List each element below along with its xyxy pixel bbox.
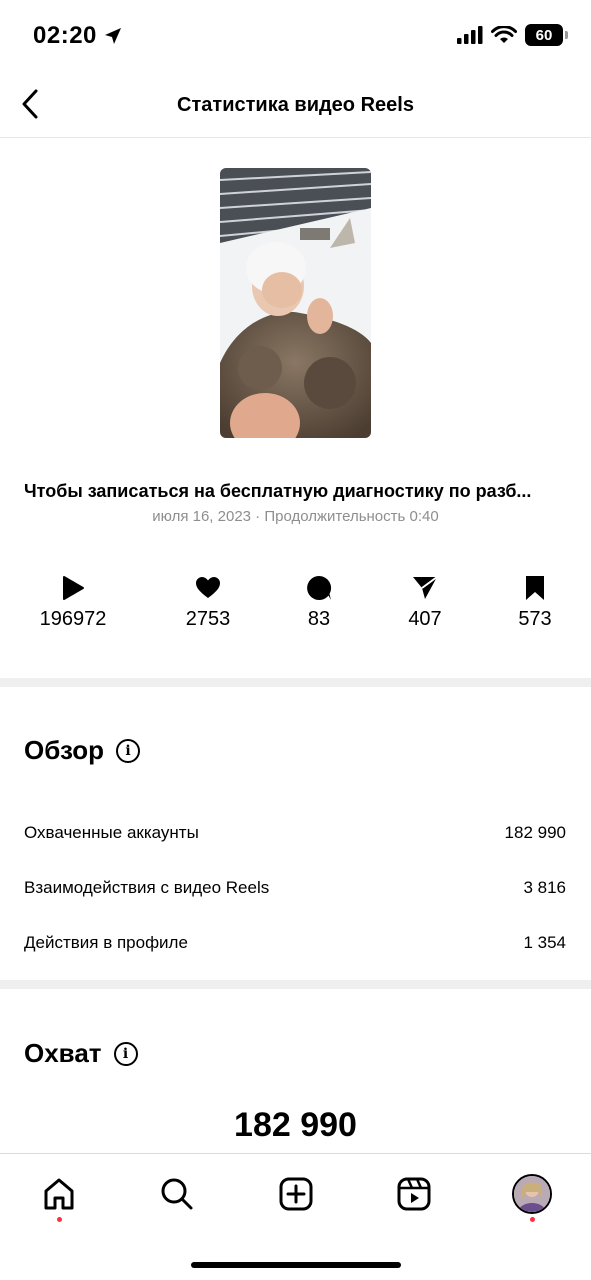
nav-create[interactable] bbox=[274, 1172, 318, 1216]
battery-level: 60 bbox=[535, 26, 553, 44]
status-bar: 02:20 60 bbox=[0, 0, 591, 72]
reach-title: Охват bbox=[24, 1038, 102, 1068]
nav-search[interactable] bbox=[155, 1172, 199, 1216]
stat-value: 2753 bbox=[185, 608, 231, 630]
nav-profile[interactable] bbox=[510, 1172, 554, 1216]
stat-plays: 196972 bbox=[18, 574, 128, 631]
bookmark-icon bbox=[526, 576, 544, 600]
avatar-image bbox=[514, 1176, 550, 1212]
overview-row[interactable]: Взаимодействия с видео Reels 3 816 bbox=[24, 878, 566, 898]
reach-value: 182 990 bbox=[234, 1106, 357, 1144]
search-icon bbox=[161, 1178, 193, 1210]
top-header: Статистика видео Reels bbox=[0, 72, 591, 138]
stat-comments: 83 bbox=[264, 574, 374, 631]
notification-dot bbox=[530, 1217, 535, 1222]
clock: 02:20 bbox=[33, 22, 97, 49]
section-divider bbox=[0, 980, 591, 989]
home-indicator bbox=[191, 1262, 401, 1268]
reel-meta: июля 16, 2023 · Продолжительность 0:40 bbox=[152, 508, 439, 525]
reels-icon bbox=[397, 1177, 431, 1211]
profile-avatar bbox=[512, 1174, 552, 1214]
status-indicators: 60 bbox=[457, 24, 568, 46]
row-label: Охваченные аккаунты bbox=[24, 823, 199, 842]
heart-icon bbox=[196, 577, 220, 598]
stat-likes: 2753 bbox=[153, 574, 263, 631]
reel-caption: Чтобы записаться на бесплатную диагности… bbox=[24, 481, 532, 501]
cellular-signal-icon bbox=[457, 26, 483, 44]
engagement-stats: 196972 2753 83 407 573 bbox=[0, 574, 591, 644]
wifi-icon bbox=[491, 26, 517, 43]
bottom-nav bbox=[0, 1153, 591, 1280]
page-title: Статистика видео Reels bbox=[177, 94, 414, 116]
send-icon bbox=[413, 576, 438, 599]
row-value: 1 354 bbox=[523, 933, 566, 952]
location-arrow-icon bbox=[104, 28, 121, 44]
info-icon[interactable]: i bbox=[113, 1041, 138, 1066]
home-icon bbox=[44, 1178, 74, 1210]
stat-value: 196972 bbox=[39, 608, 107, 630]
create-icon bbox=[279, 1177, 313, 1211]
stat-value: 83 bbox=[307, 608, 331, 630]
nav-home[interactable] bbox=[37, 1172, 81, 1216]
section-divider bbox=[0, 678, 591, 687]
overview-header: Обзор i bbox=[24, 735, 140, 766]
row-value: 3 816 bbox=[523, 878, 566, 897]
status-time: 02:20 bbox=[33, 22, 123, 50]
battery-indicator: 60 bbox=[525, 24, 568, 46]
stat-shares: 407 bbox=[370, 574, 480, 631]
stat-saves: 573 bbox=[480, 574, 590, 631]
overview-title: Обзор bbox=[24, 735, 104, 765]
row-value: 182 990 bbox=[504, 823, 566, 842]
overview-row[interactable]: Действия в профиле 1 354 bbox=[24, 933, 566, 953]
notification-dot bbox=[57, 1217, 62, 1222]
nav-reels[interactable] bbox=[392, 1172, 436, 1216]
play-icon bbox=[63, 576, 84, 600]
stat-value: 573 bbox=[518, 608, 552, 630]
comment-icon bbox=[307, 575, 332, 600]
overview-row[interactable]: Охваченные аккаунты 182 990 bbox=[24, 823, 566, 843]
row-label: Действия в профиле bbox=[24, 933, 188, 952]
info-icon[interactable]: i bbox=[115, 738, 140, 763]
reel-thumbnail[interactable] bbox=[220, 168, 371, 438]
row-label: Взаимодействия с видео Reels bbox=[24, 878, 270, 897]
reach-header: Охват i bbox=[24, 1038, 138, 1069]
reel-thumbnail-image bbox=[220, 168, 371, 438]
stat-value: 407 bbox=[408, 608, 442, 630]
